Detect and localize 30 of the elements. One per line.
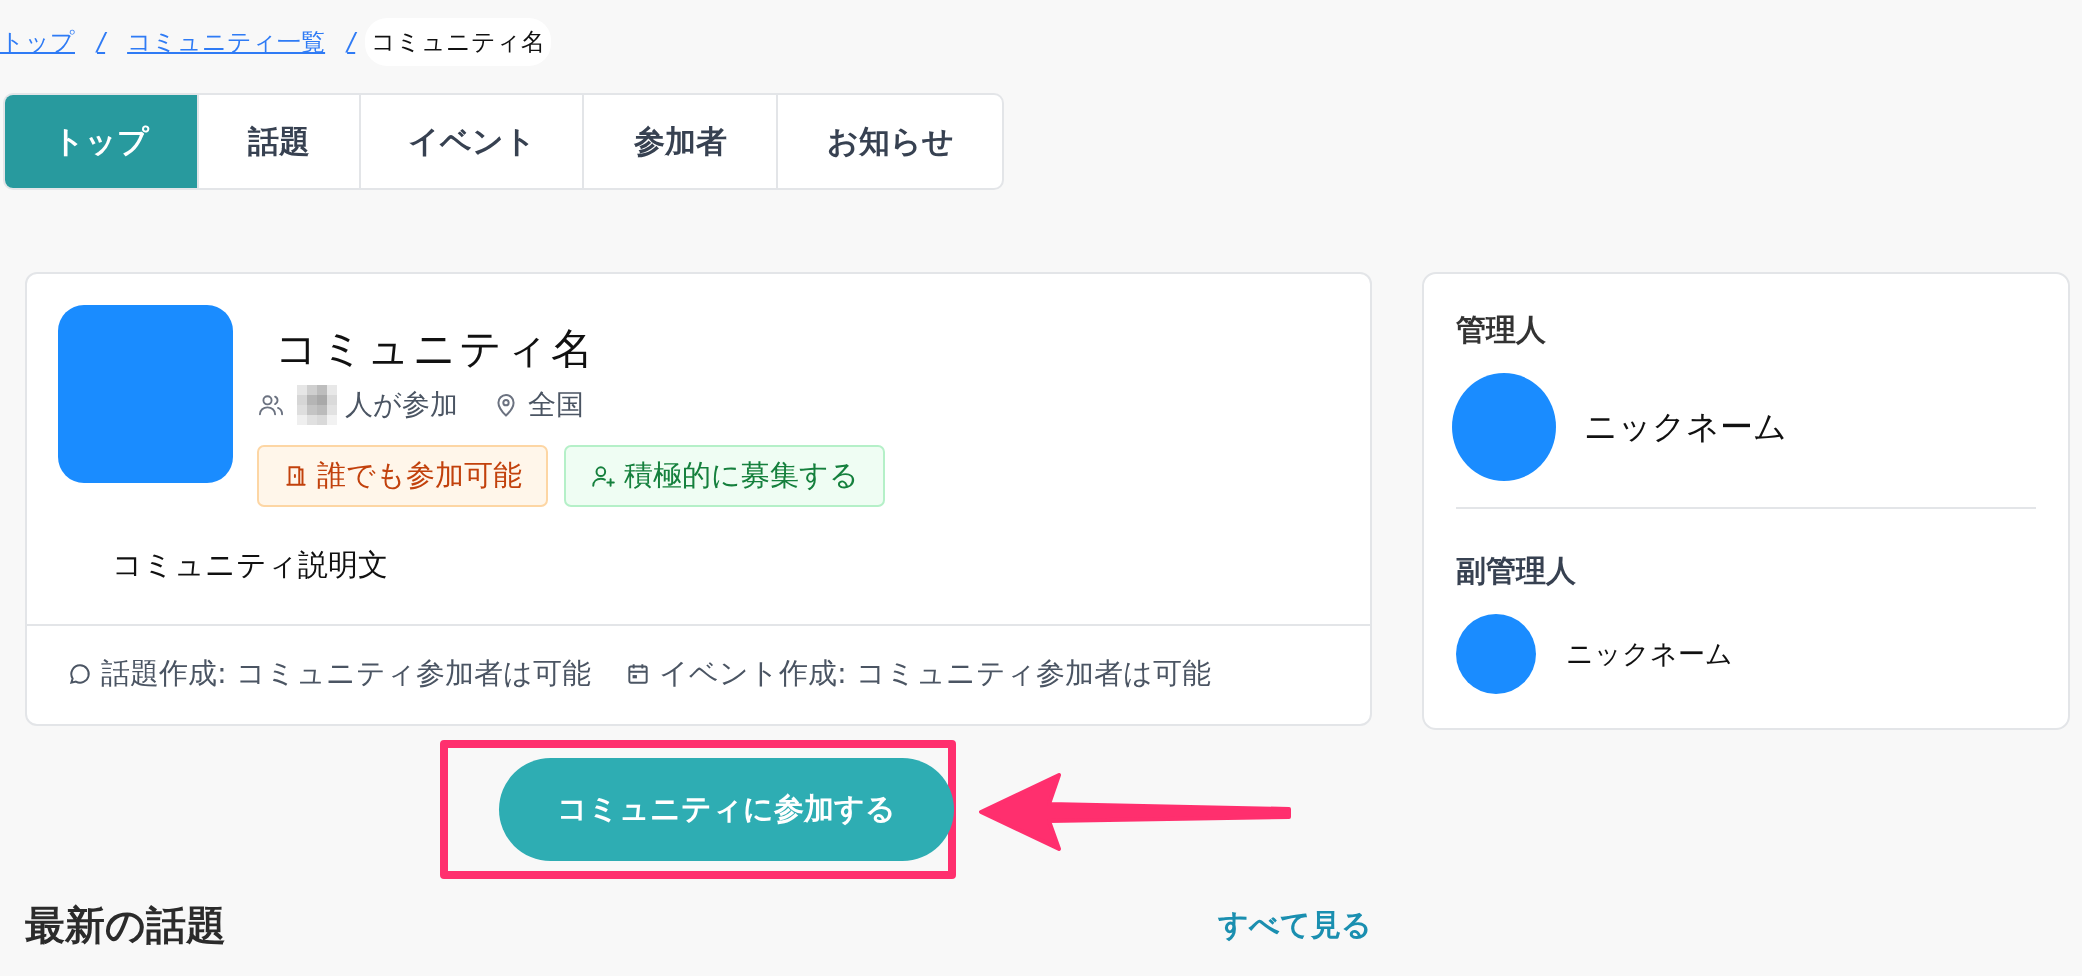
tab[interactable]: 話題	[197, 95, 359, 188]
tag-label: 積極的に募集する	[624, 457, 859, 494]
breadcrumb-separator: /	[97, 28, 106, 56]
redacted-mosaic	[297, 385, 337, 425]
speech-bubble-icon	[67, 661, 93, 687]
join-community-button[interactable]: コミュニティに参加する	[498, 758, 954, 861]
tab[interactable]: トップ	[5, 95, 197, 188]
permission-text: 話題作成: コミュニティ参加者は可能	[101, 655, 591, 692]
tab[interactable]: 参加者	[582, 95, 776, 188]
community-description: コミュニティ説明文	[111, 546, 389, 584]
role-heading: 副管理人	[1456, 552, 1577, 590]
breadcrumb-separator: /	[347, 28, 356, 56]
section-heading: 最新の話題	[25, 901, 226, 950]
user-name: ニックネーム	[1566, 637, 1733, 671]
breadcrumb-current: コミュニティ名	[365, 18, 552, 66]
location-label: 全国	[528, 387, 584, 423]
community-name: コミュニティ名	[274, 323, 597, 375]
member-count-label: 人が参加	[345, 387, 458, 423]
breadcrumb-link[interactable]: コミュニティ一覧	[127, 26, 326, 58]
add-user-icon	[590, 463, 616, 489]
tab[interactable]: お知らせ	[776, 95, 1002, 188]
see-all-link[interactable]: すべて見る	[1218, 905, 1372, 946]
calendar-icon	[625, 661, 651, 687]
tag-label: 誰でも参加可能	[317, 457, 522, 494]
door-icon	[283, 463, 309, 489]
user-name: ニックネーム	[1584, 405, 1787, 448]
permission-text: イベント作成: コミュニティ参加者は可能	[659, 655, 1211, 692]
breadcrumb-link[interactable]: トップ	[0, 26, 75, 58]
role-heading: 管理人	[1456, 311, 1547, 349]
tab[interactable]: イベント	[359, 95, 582, 188]
